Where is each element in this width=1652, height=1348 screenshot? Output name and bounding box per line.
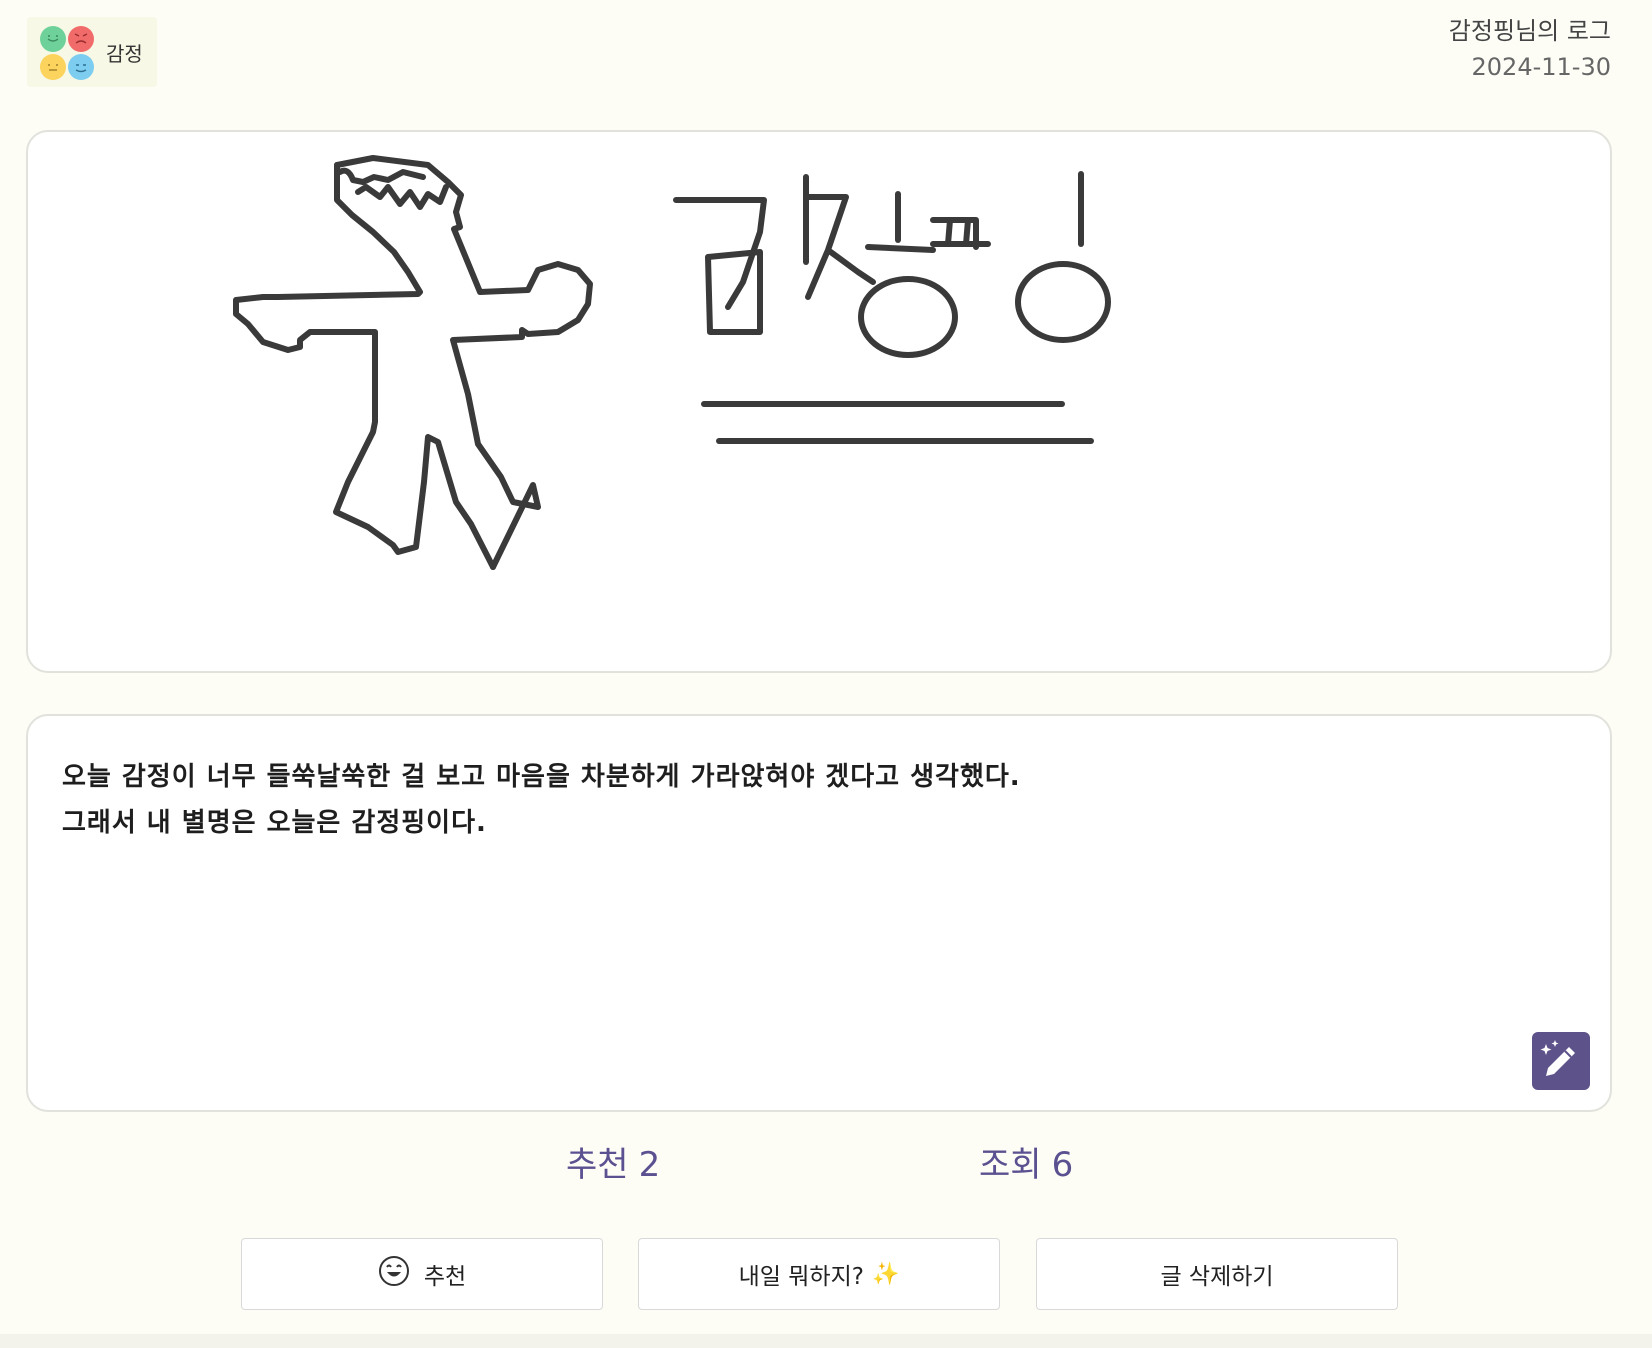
sad-face-icon (68, 54, 94, 80)
owner-title: 감정핑님의 로그 (1448, 17, 1611, 45)
view-count-label: 조회 (979, 1145, 1042, 1185)
like-count-label: 추천 (566, 1145, 629, 1185)
magic-pencil-icon (1540, 1040, 1575, 1076)
delete-post-label: 글 삭제하기 (1160, 1264, 1274, 1290)
like-button[interactable]: 추천 (241, 1238, 603, 1310)
like-count-value: 2 (638, 1145, 661, 1185)
like-count: 추천 2 (566, 1137, 660, 1186)
delete-post-button[interactable]: 글 삭제하기 (1036, 1238, 1398, 1310)
tomorrow-plan-button[interactable]: 내일 뭐하지? ✨ (638, 1238, 1000, 1310)
angry-face-icon (68, 26, 94, 52)
page-footer-edge (0, 1334, 1652, 1348)
sparkles-icon: ✨ (871, 1261, 900, 1287)
diary-line: 그래서 내 별명은 오늘은 감정핑이다. (62, 808, 487, 838)
smile-icon (378, 1255, 410, 1293)
like-button-label: 추천 (423, 1264, 467, 1290)
happy-face-icon (40, 26, 66, 52)
logo[interactable]: 감정 (27, 17, 157, 87)
post-date: 2024-11-30 (1471, 53, 1611, 81)
meh-face-icon (40, 54, 66, 80)
drawing-canvas (26, 130, 1612, 673)
view-count-value: 6 (1051, 1145, 1074, 1185)
diary-content: 오늘 감정이 너무 들쑥날쑥한 걸 보고 마음을 차분하게 가라앉혀야 겠다고 … (26, 714, 1612, 1112)
view-count: 조회 6 (979, 1137, 1073, 1186)
magic-edit-button[interactable] (1532, 1032, 1590, 1090)
logo-text: 감정 (106, 42, 143, 66)
diary-line: 오늘 감정이 너무 들쑥날쑥한 걸 보고 마음을 차분하게 가라앉혀야 겠다고 … (62, 762, 1021, 792)
hand-drawing (233, 155, 1111, 570)
post-meta: 감정핑님의 로그 2024-11-30 (1449, 15, 1611, 85)
tomorrow-plan-label: 내일 뭐하지? (738, 1264, 864, 1290)
